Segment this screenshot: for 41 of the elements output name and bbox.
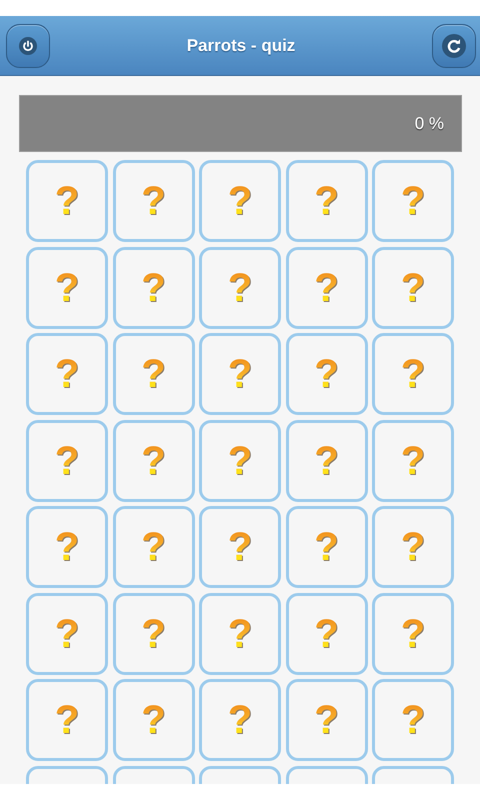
quiz-card[interactable]: ? bbox=[26, 679, 108, 761]
app-title: Parrots - quiz bbox=[186, 36, 296, 56]
quiz-card[interactable]: ? bbox=[199, 506, 281, 588]
quiz-card[interactable]: ? bbox=[26, 506, 108, 588]
quiz-card[interactable]: ? bbox=[372, 679, 454, 761]
quiz-card[interactable]: ? bbox=[112, 246, 194, 328]
quiz-card[interactable]: ? bbox=[286, 506, 368, 588]
quiz-card[interactable]: ? bbox=[372, 160, 454, 242]
quiz-card[interactable]: ? bbox=[112, 679, 194, 761]
progress-reading: 0 % bbox=[414, 114, 444, 134]
quiz-card[interactable]: ? bbox=[372, 246, 454, 328]
quiz-card[interactable]: ? bbox=[26, 160, 108, 242]
refresh-icon bbox=[442, 34, 466, 58]
quiz-card[interactable]: ? bbox=[26, 246, 108, 328]
refresh-button[interactable] bbox=[432, 24, 476, 68]
quiz-card[interactable]: ? bbox=[26, 592, 108, 674]
quiz-card[interactable]: ? bbox=[199, 246, 281, 328]
quiz-card[interactable]: ? bbox=[199, 679, 281, 761]
quiz-card[interactable]: ? bbox=[26, 333, 108, 415]
quiz-card[interactable]: ? bbox=[199, 420, 281, 502]
quiz-card[interactable]: ? bbox=[372, 592, 454, 674]
quiz-card[interactable]: ? bbox=[26, 420, 108, 502]
quiz-card[interactable]: ? bbox=[372, 333, 454, 415]
quiz-card[interactable]: ? bbox=[112, 160, 194, 242]
quiz-card[interactable]: ? bbox=[286, 246, 368, 328]
quiz-card[interactable]: ? bbox=[199, 333, 281, 415]
quiz-card[interactable]: ? bbox=[286, 420, 368, 502]
quiz-card[interactable]: ? bbox=[286, 592, 368, 674]
quiz-card[interactable]: ? bbox=[112, 592, 194, 674]
quiz-card[interactable]: ? bbox=[199, 592, 281, 674]
quiz-card[interactable]: ? bbox=[112, 333, 194, 415]
quiz-card[interactable]: ? bbox=[372, 420, 454, 502]
quiz-card[interactable]: ? bbox=[286, 160, 368, 242]
quiz-card[interactable]: ? bbox=[112, 420, 194, 502]
quiz-card[interactable]: ? bbox=[372, 506, 454, 588]
quiz-card[interactable]: ? bbox=[199, 160, 281, 242]
quiz-card[interactable]: ? bbox=[112, 506, 194, 588]
quiz-card[interactable]: ? bbox=[286, 333, 368, 415]
power-button[interactable] bbox=[6, 24, 50, 68]
power-icon bbox=[19, 36, 37, 54]
quiz-card[interactable]: ? bbox=[286, 679, 368, 761]
